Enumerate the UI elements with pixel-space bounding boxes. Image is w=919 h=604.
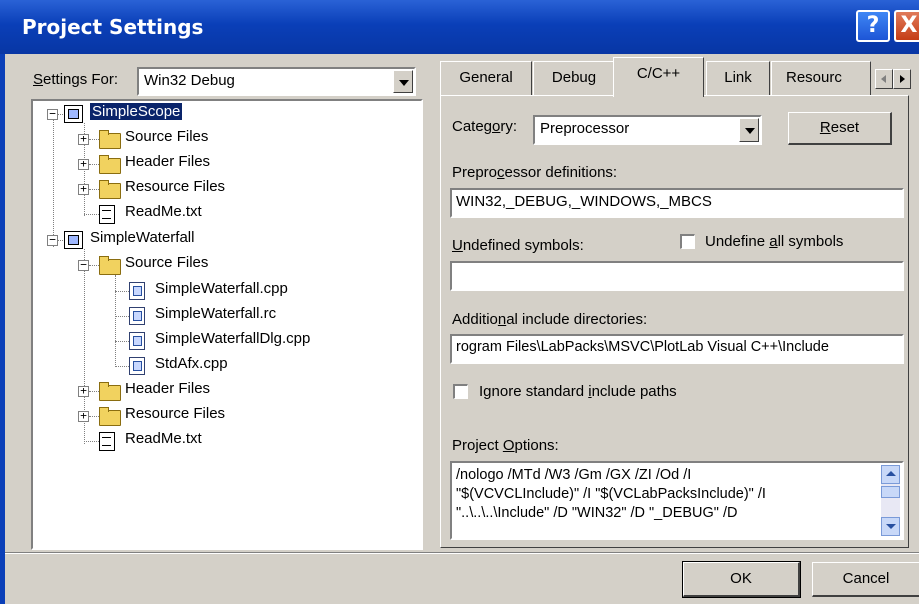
ignore-standard-paths-checkbox[interactable] — [453, 384, 468, 399]
category-label: Category: — [452, 118, 518, 135]
window-border — [0, 54, 5, 604]
expand-icon[interactable]: + — [78, 183, 89, 195]
tree-item[interactable]: + Resource Files — [33, 177, 421, 201]
close-button[interactable]: X — [894, 10, 919, 42]
ignore-standard-paths-label[interactable]: Ignore standard include paths — [479, 383, 677, 400]
collapse-icon[interactable]: − — [78, 259, 89, 271]
folder-icon — [99, 180, 121, 199]
tab-resources[interactable]: Resourc — [771, 61, 871, 95]
project-options-textarea[interactable]: /nologo /MTd /W3 /Gm /GX /ZI /Od /I "$(VC… — [450, 461, 904, 540]
scroll-thumb[interactable] — [881, 486, 900, 498]
collapse-icon[interactable]: − — [47, 108, 58, 120]
arrow-down-icon — [886, 524, 896, 529]
include-directories-input[interactable]: rogram Files\LabPacks\MSVC\PlotLab Visua… — [450, 334, 904, 364]
folder-icon — [99, 407, 121, 426]
arrow-left-icon — [881, 75, 886, 83]
settings-for-label: Settings For: — [33, 71, 119, 88]
expand-icon[interactable]: + — [78, 410, 89, 422]
cpp-file-icon — [129, 307, 145, 325]
category-combo[interactable]: Preprocessor — [533, 115, 762, 145]
undefine-all-checkbox[interactable] — [680, 234, 695, 249]
tree-item-label: SimpleWaterfall — [90, 229, 195, 246]
tree-item[interactable]: − SimpleScope — [33, 102, 421, 126]
settings-for-combo[interactable]: Win32 Debug — [137, 67, 416, 96]
project-tree-content: − SimpleScope + Source Files + Header Files + R… — [33, 101, 421, 549]
tree-item[interactable]: StdAfx.cpp — [33, 354, 421, 378]
tree-item-label: StdAfx.cpp — [155, 355, 228, 372]
tree-item-label: SimpleWaterfallDlg.cpp — [155, 330, 311, 347]
undefined-symbols-label: Undefined symbols: — [452, 237, 584, 254]
include-directories-label: Additional include directories: — [452, 311, 648, 328]
tree-item[interactable]: − SimpleWaterfall — [33, 228, 421, 252]
tree-item[interactable]: SimpleWaterfall.cpp — [33, 279, 421, 303]
tree-item[interactable]: ReadMe.txt — [33, 429, 421, 453]
undefine-all-label[interactable]: Undefine all symbols — [705, 233, 843, 250]
project-options-label: Project Options: — [452, 437, 559, 454]
tab-general[interactable]: General — [440, 61, 532, 95]
project-options-text: /nologo /MTd /W3 /Gm /GX /ZI /Od /I "$(VC… — [456, 467, 766, 521]
tree-item-label: Header Files — [125, 380, 211, 397]
folder-icon — [99, 130, 121, 149]
tab-c-cpp[interactable]: C/C++ — [613, 57, 704, 97]
open-folder-icon — [99, 256, 121, 275]
document-icon — [99, 432, 115, 451]
title-bar[interactable]: Project Settings ? X — [0, 0, 919, 54]
divider — [5, 552, 919, 554]
tree-item[interactable]: + Resource Files — [33, 404, 421, 428]
help-button[interactable]: ? — [856, 10, 890, 42]
project-options-scrollbar[interactable] — [881, 465, 900, 536]
tree-item-label: Header Files — [125, 153, 211, 170]
tab-debug[interactable]: Debug — [533, 61, 615, 95]
tree-item[interactable]: + Header Files — [33, 152, 421, 176]
document-icon — [99, 205, 115, 224]
tree-item-label: ReadMe.txt — [125, 203, 202, 220]
cpp-file-icon — [129, 282, 145, 300]
expand-icon[interactable]: + — [78, 158, 89, 170]
tree-item[interactable]: SimpleWaterfall.rc — [33, 304, 421, 328]
tree-item-label: Source Files — [125, 254, 209, 271]
tree-item-label: ReadMe.txt — [125, 430, 202, 447]
folder-icon — [99, 382, 121, 401]
folder-icon — [99, 155, 121, 174]
project-icon — [64, 105, 83, 123]
cancel-button[interactable]: Cancel — [812, 562, 919, 597]
tree-item-label: Resource Files — [125, 178, 226, 195]
tree-item[interactable]: SimpleWaterfallDlg.cpp — [33, 329, 421, 353]
undefined-symbols-input[interactable] — [450, 261, 904, 291]
arrow-up-icon — [886, 471, 896, 476]
scroll-up-button[interactable] — [881, 465, 900, 484]
tree-item-label: SimpleScope — [90, 103, 183, 120]
category-value: Preprocessor — [540, 120, 630, 137]
tree-item-label: SimpleWaterfall.cpp — [155, 280, 288, 297]
ok-button[interactable]: OK — [682, 561, 801, 598]
expand-icon[interactable]: + — [78, 133, 89, 145]
tree-item[interactable]: ReadMe.txt — [33, 202, 421, 226]
collapse-icon[interactable]: − — [47, 234, 58, 246]
expand-icon[interactable]: + — [78, 385, 89, 397]
tree-item-label: Resource Files — [125, 405, 226, 422]
cpp-file-icon — [129, 332, 145, 350]
tab-scroll-right-button[interactable] — [893, 69, 911, 89]
project-icon — [64, 231, 83, 249]
window-title: Project Settings — [22, 15, 204, 39]
arrow-right-icon — [900, 75, 905, 83]
tree-item-label: SimpleWaterfall.rc — [155, 305, 277, 322]
cpp-file-icon — [129, 357, 145, 375]
tree-item[interactable]: + Header Files — [33, 379, 421, 403]
tab-scroll-left-button[interactable] — [875, 69, 893, 89]
chevron-down-icon[interactable] — [393, 70, 413, 93]
scroll-down-button[interactable] — [881, 517, 900, 536]
tree-item-label: Source Files — [125, 128, 209, 145]
preprocessor-label: Preprocessor definitions: — [452, 164, 618, 181]
tab-link[interactable]: Link — [706, 61, 770, 95]
preprocessor-input[interactable]: WIN32,_DEBUG,_WINDOWS,_MBCS — [450, 188, 904, 218]
tree-item[interactable]: + Source Files — [33, 127, 421, 151]
chevron-down-icon[interactable] — [739, 118, 759, 142]
tree-item[interactable]: − Source Files — [33, 253, 421, 277]
settings-for-value: Win32 Debug — [144, 72, 235, 89]
reset-button[interactable]: Reset — [788, 112, 892, 145]
project-settings-dialog: Project Settings ? X Settings For: Win32… — [0, 0, 919, 604]
